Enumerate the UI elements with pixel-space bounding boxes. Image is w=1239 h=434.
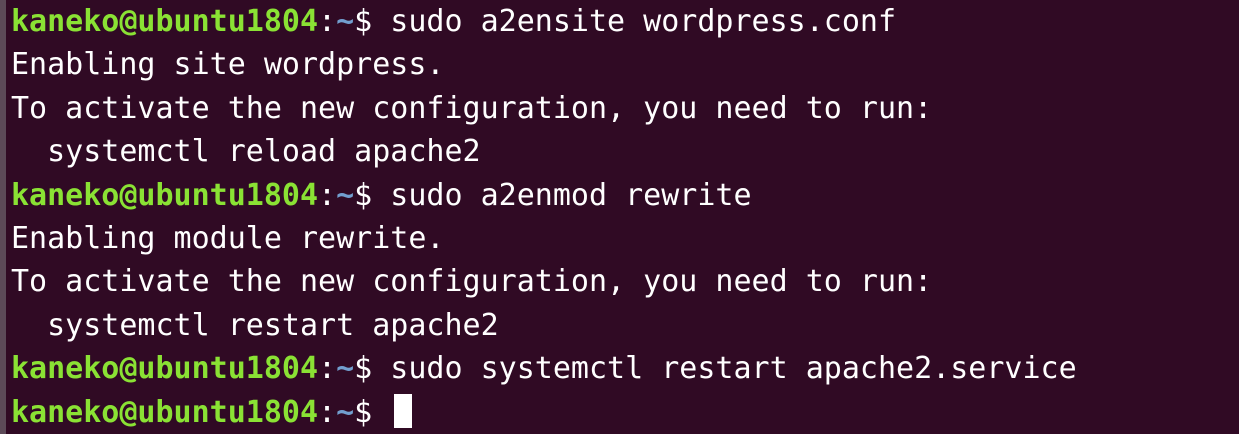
prompt-user-host: kaneko@ubuntu1804	[11, 177, 319, 213]
command-text: sudo systemctl restart apache2.service	[390, 351, 1077, 387]
prompt-dollar: $	[354, 351, 391, 387]
terminal-line-output: To activate the new configuration, you n…	[11, 90, 933, 126]
command-text: sudo a2enmod rewrite	[390, 177, 752, 213]
prompt-path: ~	[336, 177, 355, 213]
terminal-line-output: systemctl reload apache2	[11, 134, 481, 170]
command-text: sudo a2ensite wordpress.conf	[390, 4, 897, 39]
terminal-line-active-prompt[interactable]: kaneko@ubuntu1804:~$	[11, 391, 1239, 434]
terminal-line-output: Enabling site wordpress.	[11, 47, 445, 83]
prompt-path: ~	[336, 394, 355, 430]
prompt-dollar: $	[354, 177, 391, 213]
prompt-path: ~	[336, 351, 355, 387]
prompt-user-host: kaneko@ubuntu1804	[11, 351, 319, 387]
window-edge	[0, 0, 6, 434]
prompt-dollar: $	[354, 4, 391, 39]
terminal-line-prompt: kaneko@ubuntu1804:~$ sudo systemctl rest…	[11, 347, 1239, 390]
terminal-line-prompt: kaneko@ubuntu1804:~$ sudo a2ensite wordp…	[11, 0, 1239, 43]
terminal-window[interactable]: kaneko@ubuntu1804:~$ sudo a2ensite wordp…	[0, 0, 1239, 434]
text-cursor	[394, 393, 413, 428]
terminal-line-output: To activate the new configuration, you n…	[11, 264, 933, 300]
prompt-colon: :	[318, 351, 337, 387]
prompt-colon: :	[318, 177, 337, 213]
prompt-dollar: $	[354, 394, 391, 430]
prompt-colon: :	[318, 4, 337, 39]
prompt-path: ~	[336, 4, 355, 39]
terminal-line-output: systemctl restart apache2	[11, 307, 499, 343]
terminal-line-prompt: kaneko@ubuntu1804:~$ sudo a2enmod rewrit…	[11, 174, 1239, 217]
prompt-user-host: kaneko@ubuntu1804	[11, 394, 319, 430]
terminal-line-output: Enabling module rewrite.	[11, 220, 445, 256]
prompt-colon: :	[318, 394, 337, 430]
prompt-user-host: kaneko@ubuntu1804	[11, 4, 319, 39]
